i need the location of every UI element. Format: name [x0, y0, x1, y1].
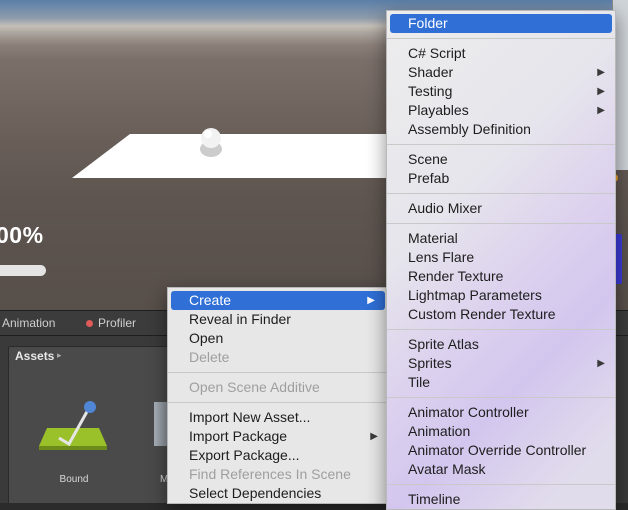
progress-bar	[0, 265, 46, 276]
menu-separator	[387, 329, 615, 330]
menu-item-render-texture[interactable]: Render Texture	[387, 267, 615, 286]
profiler-dot-icon	[86, 320, 93, 328]
mesh-asset-icon[interactable]	[37, 398, 109, 454]
menu-item-playables[interactable]: Playables ▶	[387, 101, 615, 120]
menu-item-open-scene-additive: Open Scene Additive	[189, 379, 320, 395]
breadcrumb-arrow-icon: ▸	[57, 350, 62, 360]
menu-separator	[387, 144, 615, 145]
menu-item-create[interactable]: Create ▶	[171, 291, 385, 310]
menu-item-folder[interactable]: Folder	[390, 14, 612, 33]
menu-item-import-new-asset[interactable]: Import New Asset...	[168, 408, 388, 427]
menu-separator	[387, 38, 615, 39]
menu-item-tile[interactable]: Tile	[387, 373, 615, 392]
menu-item-material[interactable]: Material	[387, 229, 615, 248]
menu-item-assembly-definition[interactable]: Assembly Definition	[387, 120, 615, 139]
menu-item-select-dependencies[interactable]: Select Dependencies	[168, 484, 388, 503]
menu-item-sprite-atlas[interactable]: Sprite Atlas	[387, 335, 615, 354]
menu-item-label: Create	[189, 292, 232, 308]
menu-item-avatar-mask[interactable]: Avatar Mask	[387, 460, 615, 479]
asset-label: Bound	[59, 474, 89, 485]
menu-item-animator-controller[interactable]: Animator Controller	[387, 403, 615, 422]
tab-profiler[interactable]: Profiler	[86, 316, 136, 330]
menu-item-reveal-in-finder[interactable]: Reveal in Finder	[168, 310, 388, 329]
menu-item-delete: Delete	[189, 349, 230, 365]
submenu-arrow-icon: ▶	[370, 431, 378, 442]
menu-item-audio-mixer[interactable]: Audio Mixer	[387, 199, 615, 218]
menu-item-prefab[interactable]: Prefab	[387, 169, 615, 188]
menu-separator	[387, 223, 615, 224]
menu-item-import-package[interactable]: Import Package ▶	[168, 427, 388, 446]
create-submenu: Folder C# Script Shader ▶ Testing ▶ Playab…	[386, 10, 616, 510]
menu-item-label: Testing	[408, 83, 453, 99]
submenu-arrow-icon: ▶	[597, 105, 605, 116]
tab-animation[interactable]: Animation	[2, 316, 55, 330]
menu-item-csharp-script[interactable]: C# Script	[387, 44, 615, 63]
submenu-arrow-icon: ▶	[597, 67, 605, 78]
menu-item-label: Playables	[408, 102, 469, 118]
menu-item-animation[interactable]: Animation	[387, 422, 615, 441]
progress-percent: 00%	[0, 222, 44, 248]
assets-title: Assets	[15, 349, 55, 363]
menu-separator	[387, 484, 615, 485]
tab-profiler-label: Profiler	[98, 316, 137, 330]
menu-item-scene[interactable]: Scene	[387, 150, 615, 169]
menu-item-sprites[interactable]: Sprites ▶	[387, 354, 615, 373]
menu-item-label: Shader	[408, 64, 454, 80]
menu-item-lightmap-parameters[interactable]: Lightmap Parameters	[387, 286, 615, 305]
submenu-arrow-icon: ▶	[597, 86, 605, 97]
menu-item-label: Import Package	[189, 428, 288, 444]
project-context-menu: Create ▶ Reveal in Finder Open Delete Ope…	[167, 287, 389, 504]
menu-item-custom-render-texture[interactable]: Custom Render Texture	[387, 305, 615, 324]
menu-item-shader[interactable]: Shader ▶	[387, 63, 615, 82]
menu-item-find-references: Find References In Scene	[189, 466, 351, 482]
assets-breadcrumb[interactable]: Assets ▸	[8, 346, 180, 367]
menu-item-open[interactable]: Open	[168, 329, 388, 348]
submenu-arrow-icon: ▶	[597, 358, 605, 369]
submenu-arrow-icon: ▶	[367, 295, 375, 306]
menu-separator	[387, 193, 615, 194]
sphere-object	[201, 128, 221, 148]
menu-item-testing[interactable]: Testing ▶	[387, 82, 615, 101]
menu-item-timeline[interactable]: Timeline	[387, 490, 615, 509]
menu-item-label: Sprites	[408, 355, 452, 371]
menu-separator	[168, 402, 388, 403]
menu-item-animator-override-controller[interactable]: Animator Override Controller	[387, 441, 615, 460]
menu-item-export-package[interactable]: Export Package...	[168, 446, 388, 465]
menu-separator	[168, 372, 388, 373]
menu-item-lens-flare[interactable]: Lens Flare	[387, 248, 615, 267]
menu-separator	[387, 397, 615, 398]
